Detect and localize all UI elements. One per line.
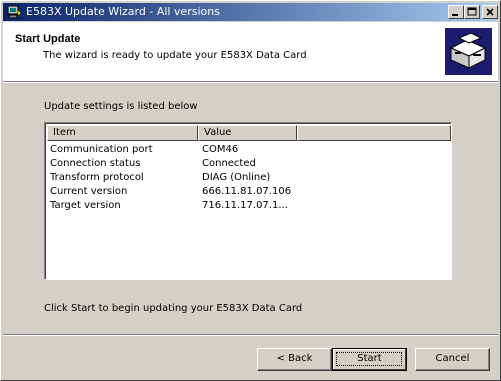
list-header: Item Value — [47, 125, 451, 141]
minimize-button[interactable] — [448, 5, 464, 19]
item-name: Current version — [50, 186, 128, 197]
column-header-item[interactable]: Item — [47, 125, 198, 141]
minimize-icon — [452, 14, 458, 16]
item-value: 716.11.17.07.1... — [202, 200, 288, 211]
list-item[interactable]: Target version 716.11.17.07.1... — [49, 199, 449, 213]
item-name: Transform protocol — [50, 172, 144, 183]
item-name: Connection status — [50, 158, 141, 169]
header-divider — [3, 81, 498, 83]
app-icon[interactable] — [6, 4, 22, 20]
page-title: Start Update — [15, 33, 81, 45]
start-button-label: Start — [357, 353, 382, 364]
item-name: Target version — [50, 200, 121, 211]
column-header-filler — [297, 125, 451, 141]
footer-divider — [3, 334, 498, 336]
wizard-header: Start Update The wizard is ready to upda… — [3, 22, 498, 81]
item-value: 666.11.81.07.106 — [202, 186, 292, 197]
window-title: E583X Update Wizard - All versions — [26, 5, 220, 18]
page-subtitle: The wizard is ready to update your E583X… — [43, 50, 307, 61]
item-value: COM46 — [202, 144, 239, 155]
maximize-icon — [467, 7, 477, 16]
back-button-label: < Back — [276, 353, 313, 364]
wizard-window: E583X Update Wizard - All versions Start… — [0, 0, 501, 381]
start-button[interactable]: Start — [332, 348, 407, 371]
close-icon — [486, 8, 494, 16]
list-item[interactable]: Transform protocol DIAG (Online) — [49, 171, 449, 185]
column-header-value[interactable]: Value — [198, 125, 297, 141]
cancel-button-label: Cancel — [435, 353, 470, 364]
close-button[interactable] — [482, 5, 498, 19]
cancel-button[interactable]: Cancel — [415, 348, 490, 371]
item-value: DIAG (Online) — [202, 172, 271, 183]
back-button[interactable]: < Back — [257, 348, 332, 371]
title-bar[interactable]: E583X Update Wizard - All versions — [3, 3, 498, 21]
list-item[interactable]: Communication port COM46 — [49, 143, 449, 157]
item-value: Connected — [202, 158, 256, 169]
settings-intro-text: Update settings is listed below — [44, 101, 198, 112]
list-item[interactable]: Current version 666.11.81.07.106 — [49, 185, 449, 199]
item-name: Communication port — [50, 144, 153, 155]
start-instruction-text: Click Start to begin updating your E583X… — [44, 303, 303, 314]
settings-list[interactable]: Item Value Communication port COM46 Conn… — [44, 122, 452, 280]
list-item[interactable]: Connection status Connected — [49, 157, 449, 171]
list-rows: Communication port COM46 Connection stat… — [49, 143, 449, 213]
wizard-computer-icon — [445, 28, 492, 75]
maximize-button[interactable] — [464, 5, 480, 19]
